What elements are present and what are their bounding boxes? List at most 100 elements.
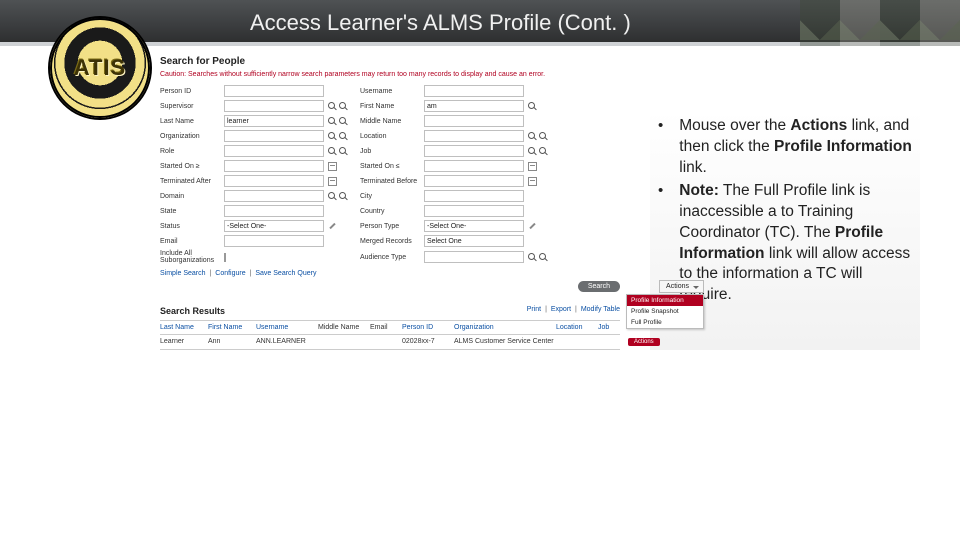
col-user[interactable]: Username bbox=[256, 324, 316, 331]
started-le-input[interactable] bbox=[424, 160, 524, 172]
location-label: Location bbox=[360, 133, 420, 140]
search-icon[interactable] bbox=[539, 253, 548, 262]
sep: | bbox=[545, 306, 547, 313]
col-pid[interactable]: Person ID bbox=[402, 324, 452, 331]
menu-profile-information[interactable]: Profile Information bbox=[627, 295, 703, 306]
job-input[interactable] bbox=[424, 145, 524, 157]
status-select[interactable]: -Select One- bbox=[224, 220, 324, 232]
firstname-input[interactable]: am bbox=[424, 100, 524, 112]
row-actions-button[interactable]: Actions bbox=[628, 338, 660, 346]
actions-tab[interactable]: Actions bbox=[659, 280, 704, 293]
sep: | bbox=[575, 306, 577, 313]
search-icon[interactable] bbox=[339, 192, 348, 201]
search-icon[interactable] bbox=[328, 117, 337, 126]
search-icon[interactable] bbox=[539, 147, 548, 156]
table-row: Learner Ann ANN.LEARNER 02028xx-7 ALMS C… bbox=[160, 335, 620, 350]
menu-full-profile[interactable]: Full Profile bbox=[627, 317, 703, 328]
cell-email bbox=[370, 338, 400, 346]
calendar-icon[interactable] bbox=[328, 177, 337, 186]
calendar-icon[interactable] bbox=[528, 177, 537, 186]
lookup-icon[interactable] bbox=[328, 192, 337, 201]
bold-actions: Actions bbox=[790, 117, 847, 134]
instruction-text-2: Note: The Full Profile link is inaccessi… bbox=[679, 181, 912, 307]
col-org[interactable]: Organization bbox=[454, 324, 554, 331]
search-icon[interactable] bbox=[339, 117, 348, 126]
started-le-label: Started On ≤ bbox=[360, 163, 420, 170]
lookup-icon[interactable] bbox=[528, 253, 537, 262]
term-before-input[interactable] bbox=[424, 175, 524, 187]
results-header: Search Results Print | Export | Modify T… bbox=[160, 306, 620, 316]
started-ge-input[interactable] bbox=[224, 160, 324, 172]
search-button[interactable]: Search bbox=[578, 281, 620, 292]
merged-label: Merged Records bbox=[360, 238, 420, 245]
edit-icon[interactable] bbox=[528, 222, 537, 231]
lastname-label: Last Name bbox=[160, 118, 220, 125]
sep: | bbox=[209, 270, 211, 277]
cell-view: Actions bbox=[628, 338, 656, 346]
slide-header: Access Learner's ALMS Profile (Cont. ) bbox=[0, 0, 960, 46]
print-link[interactable]: Print bbox=[527, 306, 541, 313]
state-input[interactable] bbox=[224, 205, 324, 217]
city-input[interactable] bbox=[424, 190, 524, 202]
status-label: Status bbox=[160, 223, 220, 230]
lastname-input[interactable]: learner bbox=[224, 115, 324, 127]
search-icon[interactable] bbox=[339, 147, 348, 156]
modify-table-link[interactable]: Modify Table bbox=[581, 306, 620, 313]
merged-select[interactable]: Select One bbox=[424, 235, 524, 247]
audience-input[interactable] bbox=[424, 251, 524, 263]
email-input[interactable] bbox=[224, 235, 324, 247]
lookup-icon[interactable] bbox=[528, 132, 537, 141]
menu-profile-snapshot[interactable]: Profile Snapshot bbox=[627, 306, 703, 317]
bold-profile-info: Profile Information bbox=[774, 138, 912, 155]
term-after-icons bbox=[328, 177, 356, 186]
lookup-icon[interactable] bbox=[528, 147, 537, 156]
save-query-link[interactable]: Save Search Query bbox=[255, 270, 316, 277]
cell-loc bbox=[556, 338, 596, 346]
include-sub-checkbox[interactable] bbox=[224, 253, 226, 262]
person-type-icons bbox=[528, 222, 556, 231]
col-job[interactable]: Job bbox=[598, 324, 626, 331]
cell-first: Ann bbox=[208, 338, 254, 346]
search-links: Simple Search | Configure | Save Search … bbox=[160, 270, 620, 277]
username-label: Username bbox=[360, 88, 420, 95]
username-input[interactable] bbox=[424, 85, 524, 97]
col-loc[interactable]: Location bbox=[556, 324, 596, 331]
configure-link[interactable]: Configure bbox=[215, 270, 245, 277]
calendar-icon[interactable] bbox=[328, 162, 337, 171]
col-last[interactable]: Last Name bbox=[160, 324, 206, 331]
domain-icons bbox=[328, 192, 356, 201]
domain-input[interactable] bbox=[224, 190, 324, 202]
middlename-input[interactable] bbox=[424, 115, 524, 127]
location-input[interactable] bbox=[424, 130, 524, 142]
person-id-label: Person ID bbox=[160, 88, 220, 95]
supervisor-input[interactable] bbox=[224, 100, 324, 112]
person-id-input[interactable] bbox=[224, 85, 324, 97]
role-input[interactable] bbox=[224, 145, 324, 157]
search-icon[interactable] bbox=[539, 132, 548, 141]
instruction-item: • Mouse over the Actions link, and then … bbox=[658, 116, 912, 179]
bullet-icon: • bbox=[658, 116, 663, 179]
person-type-select[interactable]: -Select One- bbox=[424, 220, 524, 232]
col-mid: Middle Name bbox=[318, 324, 368, 331]
edit-icon[interactable] bbox=[328, 222, 337, 231]
email-label: Email bbox=[160, 238, 220, 245]
job-icons bbox=[528, 147, 556, 156]
country-input[interactable] bbox=[424, 205, 524, 217]
term-after-input[interactable] bbox=[224, 175, 324, 187]
export-link[interactable]: Export bbox=[551, 306, 571, 313]
lookup-icon[interactable] bbox=[328, 102, 337, 111]
search-icon[interactable] bbox=[339, 132, 348, 141]
simple-search-link[interactable]: Simple Search bbox=[160, 270, 206, 277]
lookup-icon[interactable] bbox=[328, 132, 337, 141]
logo-text: ATIS bbox=[74, 55, 126, 81]
search-panel: Search for People Caution: Searches with… bbox=[160, 56, 620, 350]
organization-input[interactable] bbox=[224, 130, 324, 142]
supervisor-label: Supervisor bbox=[160, 103, 220, 110]
started-ge-icons bbox=[328, 162, 356, 171]
firstname-icons bbox=[528, 102, 556, 111]
calendar-icon[interactable] bbox=[528, 162, 537, 171]
lookup-icon[interactable] bbox=[328, 147, 337, 156]
col-first[interactable]: First Name bbox=[208, 324, 254, 331]
search-icon[interactable] bbox=[339, 102, 348, 111]
search-icon[interactable] bbox=[528, 102, 537, 111]
